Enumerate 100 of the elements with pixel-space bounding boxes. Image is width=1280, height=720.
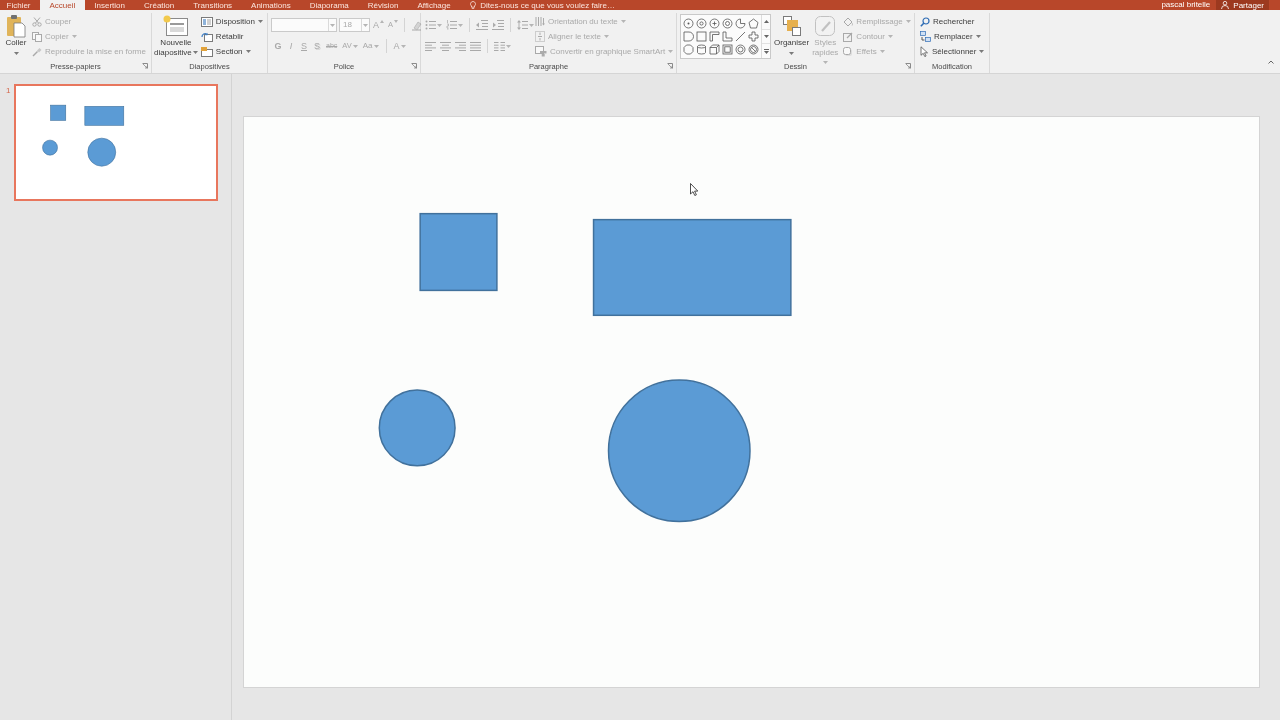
slide-thumbnail[interactable] xyxy=(14,84,218,201)
dropdown-caret-icon xyxy=(437,23,442,27)
section-button[interactable]: Section xyxy=(198,44,265,59)
donut-shape-icon[interactable] xyxy=(735,44,746,55)
copy-icon xyxy=(32,31,42,42)
paste-button[interactable]: Coller xyxy=(4,13,28,55)
oval-shape-icon[interactable] xyxy=(709,18,720,29)
collapse-ribbon-icon[interactable] xyxy=(1268,60,1274,64)
dropdown-caret-icon xyxy=(879,50,885,53)
arrange-button[interactable]: Organiser xyxy=(774,13,810,55)
scroll-down-icon[interactable] xyxy=(763,35,769,38)
text-direction-icon xyxy=(535,16,545,27)
replace-button[interactable]: Remplacer xyxy=(918,29,987,44)
dropdown-caret-icon xyxy=(506,44,511,48)
user-name: pascal britelle xyxy=(1161,0,1212,10)
pentagon-shape-icon[interactable] xyxy=(748,18,759,29)
slide-number: 1 xyxy=(6,85,12,96)
dialog-launcher-icon[interactable] xyxy=(411,62,417,69)
ribbon-tab[interactable]: Accueil xyxy=(40,0,85,10)
eraser-icon xyxy=(411,19,423,31)
ribbon-tab[interactable]: Révision xyxy=(358,0,408,10)
dropdown-caret-icon xyxy=(668,50,674,53)
dropdown-caret-icon xyxy=(330,23,335,27)
align-center-icon xyxy=(440,41,451,51)
new-slide-button[interactable]: Nouvelle diapositive xyxy=(154,13,198,58)
oval-shape-icon[interactable] xyxy=(696,18,707,29)
dialog-launcher-icon[interactable] xyxy=(142,62,148,69)
cylinder-shape-icon[interactable] xyxy=(696,44,707,55)
dropdown-caret-icon xyxy=(192,51,198,55)
dropdown-caret-icon xyxy=(823,61,829,65)
find-button[interactable]: Rechercher xyxy=(918,14,987,29)
dropdown-caret-icon xyxy=(245,50,251,53)
l-shape-icon[interactable] xyxy=(722,31,733,42)
half-frame-shape-icon[interactable] xyxy=(709,31,720,42)
oval-shape-icon[interactable] xyxy=(683,18,694,29)
ribbon-tab[interactable]: Insertion xyxy=(84,0,135,10)
more-icon[interactable] xyxy=(763,48,769,54)
reset-icon xyxy=(200,31,213,42)
mouse-pointer-icon xyxy=(690,183,698,196)
dropdown-caret-icon xyxy=(400,44,406,48)
decrease-indent-icon xyxy=(476,20,488,30)
fill-bucket-icon xyxy=(843,16,854,27)
square-shape-icon[interactable] xyxy=(696,31,707,42)
increase-indent-icon xyxy=(492,20,504,30)
justify-icon xyxy=(470,41,481,51)
effects-icon xyxy=(843,46,854,57)
share-button[interactable]: Partager xyxy=(1216,0,1269,10)
person-icon xyxy=(1221,1,1231,9)
dropdown-caret-icon xyxy=(603,35,609,38)
ribbon-tab[interactable]: Fichier xyxy=(0,0,40,10)
numbered-list-icon xyxy=(446,20,457,30)
line-shape-icon[interactable] xyxy=(735,31,746,42)
down-caret-icon xyxy=(394,20,399,23)
line-spacing-icon xyxy=(517,20,528,30)
outline-pen-icon xyxy=(843,31,854,42)
dropdown-caret-icon xyxy=(13,52,19,55)
dialog-launcher-icon[interactable] xyxy=(667,62,673,69)
rounded-shape-icon[interactable] xyxy=(683,31,694,42)
scroll-up-icon[interactable] xyxy=(763,20,769,24)
dropdown-caret-icon xyxy=(373,44,379,48)
clipboard-icon xyxy=(6,14,26,38)
layout-icon xyxy=(200,16,213,27)
ribbon-tab[interactable]: Diaporama xyxy=(300,0,359,10)
dropdown-caret-icon xyxy=(71,35,77,38)
dropdown-caret-icon xyxy=(979,50,985,53)
cross-shape-icon[interactable] xyxy=(748,31,759,42)
smartart-icon xyxy=(535,46,547,57)
octagon-shape-icon[interactable] xyxy=(683,44,694,55)
reset-button[interactable]: Rétablir xyxy=(198,29,265,44)
dropdown-caret-icon xyxy=(352,44,358,48)
dropdown-caret-icon xyxy=(529,23,534,27)
align-left-icon xyxy=(425,41,436,51)
dropdown-caret-icon xyxy=(458,23,463,27)
align-text-icon xyxy=(535,31,545,42)
ribbon-tab[interactable]: Création xyxy=(134,0,184,10)
up-caret-icon xyxy=(380,20,384,23)
dropdown-caret-icon xyxy=(887,35,893,38)
dropdown-caret-icon xyxy=(905,20,911,23)
ribbon-tab[interactable]: Affichage xyxy=(408,0,461,10)
layout-button[interactable]: Disposition xyxy=(198,14,265,29)
dropdown-caret-icon xyxy=(789,52,795,55)
frame-shape-icon[interactable] xyxy=(722,44,733,55)
dropdown-caret-icon xyxy=(258,20,263,23)
no-symbol-shape-icon[interactable] xyxy=(748,44,759,55)
ribbon-tab[interactable]: Transitions xyxy=(183,0,242,10)
tell-me-field[interactable]: Dites-nous ce que vous voulez faire… xyxy=(480,0,631,10)
columns-icon xyxy=(494,41,505,51)
cube-shape-icon[interactable] xyxy=(709,44,720,55)
dropdown-caret-icon xyxy=(620,20,626,23)
scissors-icon xyxy=(32,16,42,27)
align-right-icon xyxy=(455,41,466,51)
cursor-icon xyxy=(920,46,929,57)
arc-shape-icon[interactable] xyxy=(735,18,746,29)
paintbrush-icon xyxy=(32,46,42,57)
dialog-launcher-icon[interactable] xyxy=(905,62,911,69)
oval-shape-icon[interactable] xyxy=(722,18,733,29)
new-slide-icon xyxy=(162,15,189,37)
bullet-list-icon xyxy=(425,20,436,30)
ribbon-tab[interactable]: Animations xyxy=(241,0,301,10)
select-button[interactable]: Sélectionner xyxy=(918,44,987,59)
